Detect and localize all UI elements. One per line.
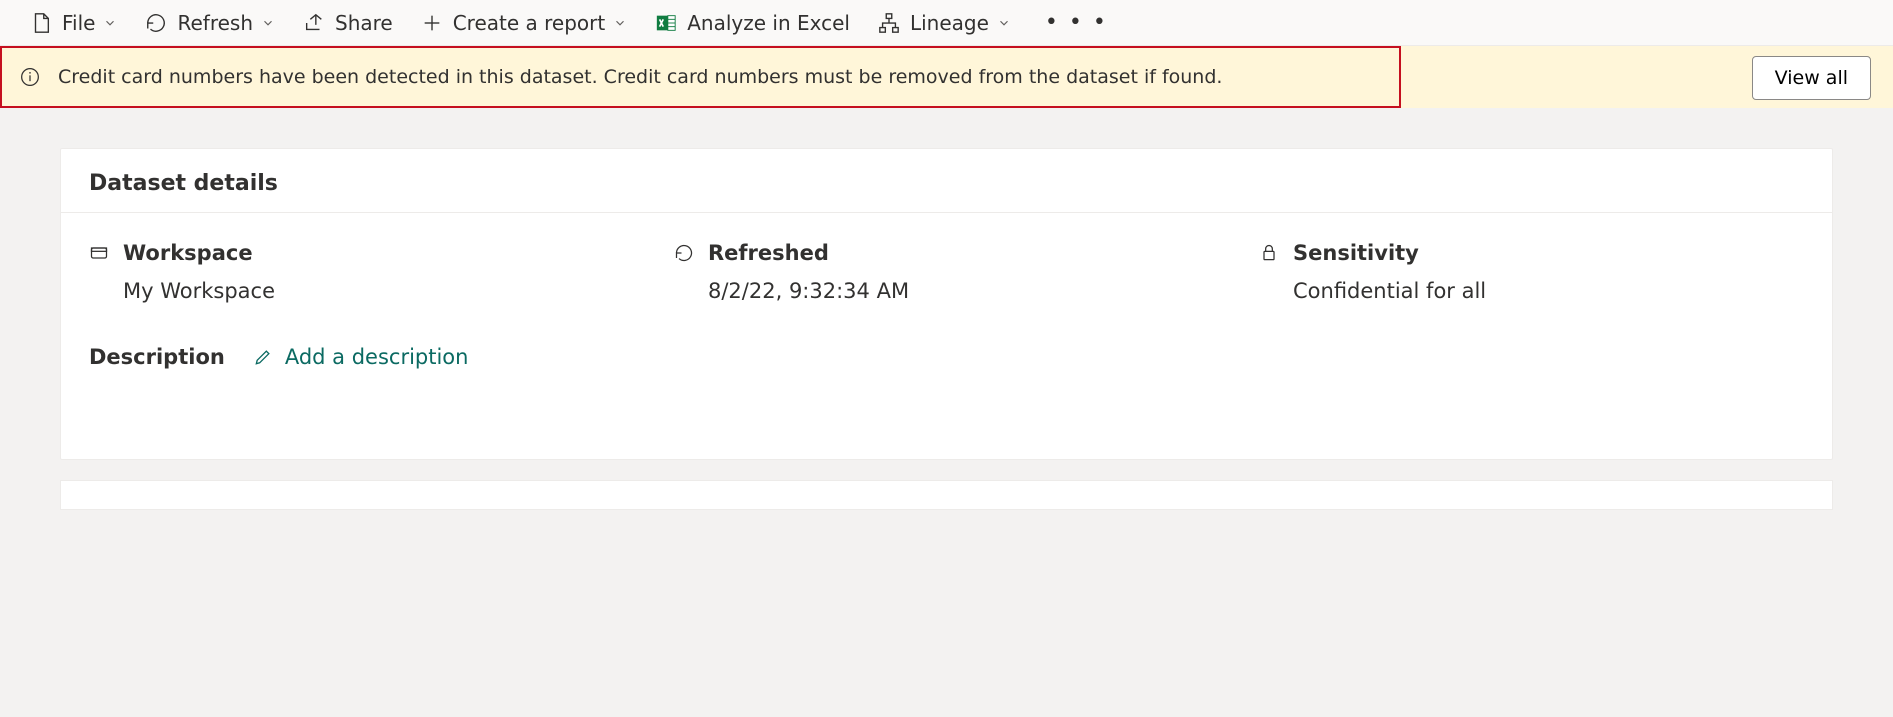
share-button[interactable]: Share	[303, 11, 393, 35]
workspace-icon	[89, 243, 109, 263]
detail-row: Workspace My Workspace Refreshed 8/2/22,…	[89, 241, 1804, 303]
excel-icon	[655, 12, 677, 34]
refresh-icon	[145, 12, 167, 34]
chevron-down-icon	[997, 16, 1011, 30]
notification-banner: Credit card numbers have been detected i…	[0, 46, 1401, 108]
content-area: Dataset details Workspace My Workspace R…	[0, 108, 1893, 530]
refresh-label: Refresh	[177, 11, 253, 35]
dataset-details-card: Dataset details Workspace My Workspace R…	[60, 148, 1833, 460]
create-report-menu[interactable]: Create a report	[421, 11, 628, 35]
dataset-details-body: Workspace My Workspace Refreshed 8/2/22,…	[61, 213, 1832, 459]
edit-icon	[253, 347, 273, 367]
sensitivity-label: Sensitivity	[1293, 241, 1419, 265]
notification-banner-row: Credit card numbers have been detected i…	[0, 46, 1893, 108]
notification-text: Credit card numbers have been detected i…	[58, 66, 1222, 88]
refresh-menu[interactable]: Refresh	[145, 11, 275, 35]
share-label: Share	[335, 11, 393, 35]
sensitivity-icon	[1259, 243, 1279, 263]
refreshed-label: Refreshed	[708, 241, 829, 265]
file-label: File	[62, 11, 95, 35]
create-report-label: Create a report	[453, 11, 606, 35]
refresh-small-icon	[674, 243, 694, 263]
workspace-label: Workspace	[123, 241, 253, 265]
workspace-value: My Workspace	[123, 279, 634, 303]
chevron-down-icon	[103, 16, 117, 30]
lineage-label: Lineage	[910, 11, 989, 35]
chevron-down-icon	[613, 16, 627, 30]
more-options-button[interactable]: • • •	[1039, 10, 1114, 35]
dataset-details-title: Dataset details	[61, 149, 1832, 213]
sensitivity-value: Confidential for all	[1293, 279, 1804, 303]
chevron-down-icon	[261, 16, 275, 30]
description-row: Description Add a description	[89, 345, 1804, 369]
toolbar: File Refresh Share Create a report Analy…	[0, 0, 1893, 46]
workspace-field: Workspace My Workspace	[89, 241, 634, 303]
add-description-label: Add a description	[285, 345, 469, 369]
plus-icon	[421, 12, 443, 34]
file-icon	[30, 12, 52, 34]
sensitivity-field: Sensitivity Confidential for all	[1259, 241, 1804, 303]
add-description-button[interactable]: Add a description	[253, 345, 469, 369]
file-menu[interactable]: File	[30, 11, 117, 35]
lineage-menu[interactable]: Lineage	[878, 11, 1011, 35]
description-label: Description	[89, 345, 225, 369]
view-all-button[interactable]: View all	[1752, 56, 1871, 100]
refreshed-field: Refreshed 8/2/22, 9:32:34 AM	[674, 241, 1219, 303]
info-icon	[20, 67, 40, 87]
next-card-placeholder	[60, 480, 1833, 510]
refreshed-value: 8/2/22, 9:32:34 AM	[708, 279, 1219, 303]
analyze-excel-label: Analyze in Excel	[687, 11, 850, 35]
ellipsis-icon: • • •	[1045, 10, 1108, 35]
notification-banner-actions: View all	[1401, 46, 1893, 108]
lineage-icon	[878, 12, 900, 34]
analyze-excel-button[interactable]: Analyze in Excel	[655, 11, 850, 35]
share-icon	[303, 12, 325, 34]
